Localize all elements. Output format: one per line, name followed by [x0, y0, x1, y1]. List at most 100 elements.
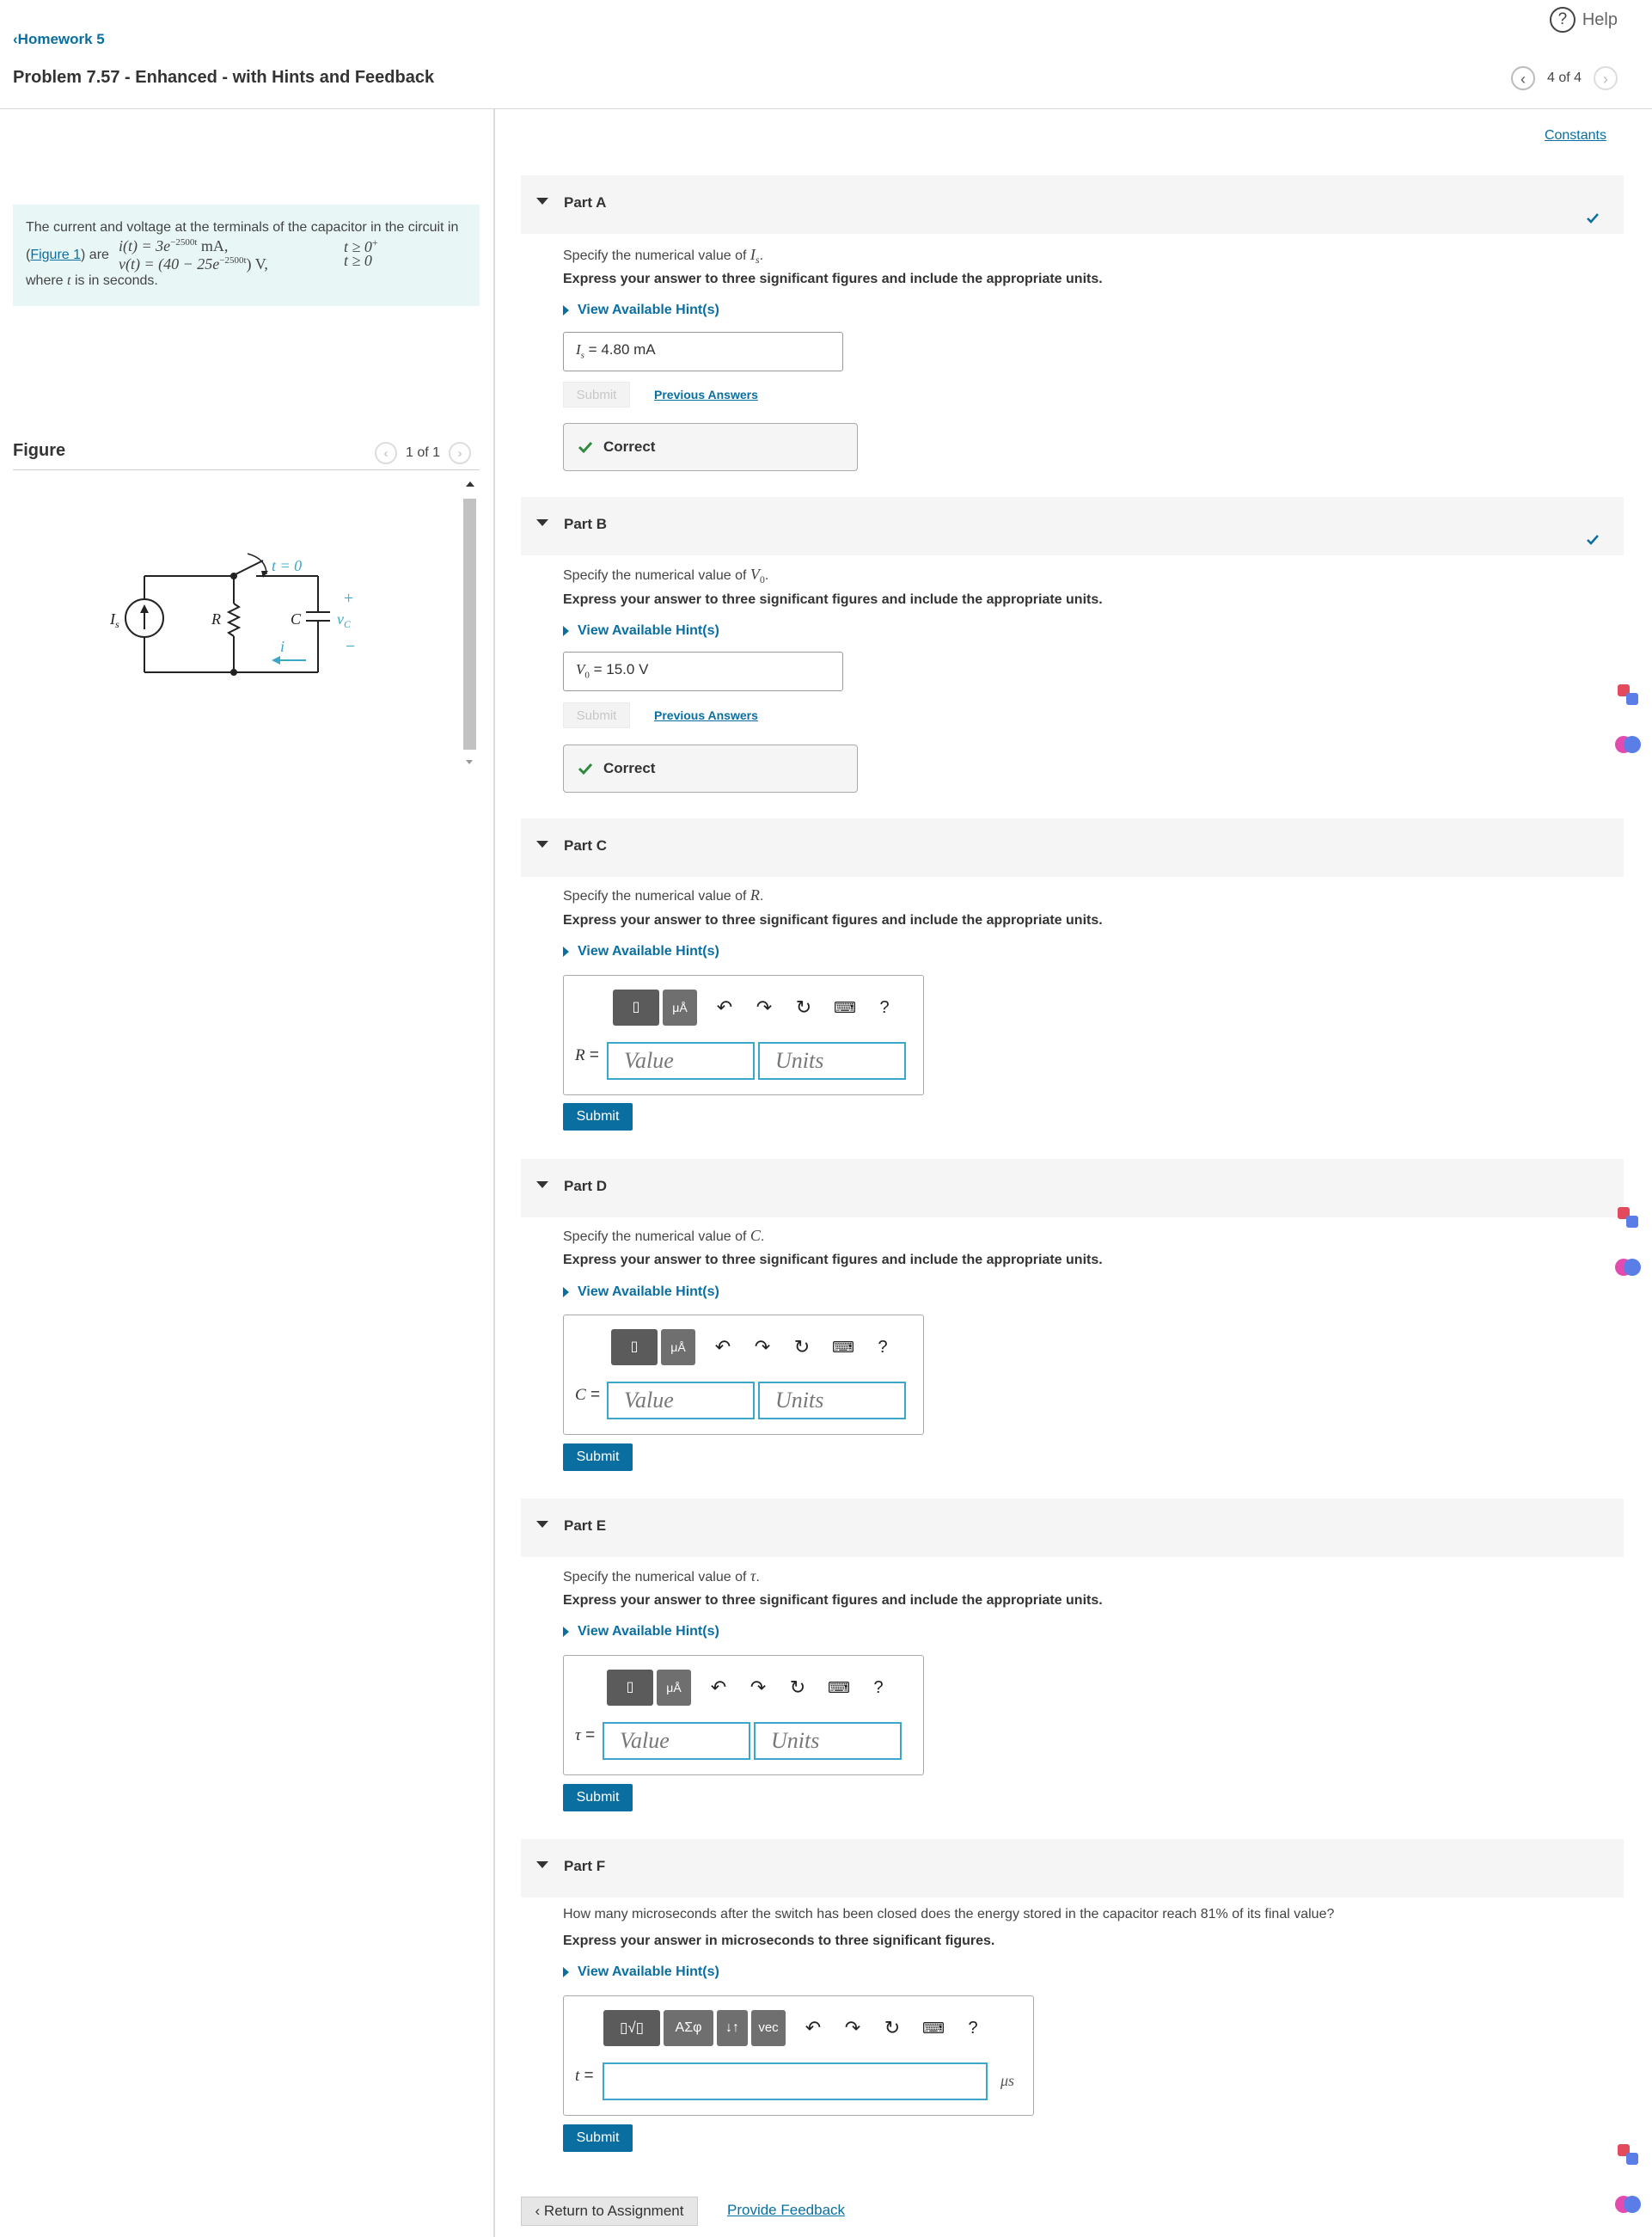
- part-c-submit-button[interactable]: Submit: [563, 1103, 633, 1131]
- units-button[interactable]: μÅ: [657, 1670, 691, 1706]
- help-label: Help: [1582, 9, 1618, 29]
- part-f-question: How many microseconds after the switch h…: [563, 1907, 1335, 1921]
- greek-symbols-icon: ΑΣφ: [675, 2020, 702, 2035]
- circuit-diagram[interactable]: t = 0 Is R C + vC − i: [95, 550, 370, 688]
- part-f-answer-input[interactable]: [603, 2062, 988, 2100]
- part-a-submit-button[interactable]: Submit: [563, 382, 630, 408]
- redo-icon[interactable]: ↷: [751, 991, 777, 1024]
- column-divider: [493, 109, 495, 2237]
- reset-icon[interactable]: ↻: [789, 1331, 815, 1364]
- voltage-condition: t ≥ 0: [344, 252, 372, 269]
- part-e-answer-editor: ▯ μÅ ↶ ↷ ↻ ⌨ ? τ = Value Units: [563, 1655, 924, 1775]
- vector-icon: vec: [758, 2020, 779, 2035]
- undo-icon[interactable]: ↶: [712, 991, 737, 1024]
- part-e-header[interactable]: Part E: [521, 1498, 1624, 1557]
- return-to-assignment-button[interactable]: ‹ Return to Assignment: [521, 2197, 698, 2226]
- part-f-answer-editor: ▯√▯ ΑΣφ ↓↑ vec ↶ ↷ ↻ ⌨ ? t = μs: [563, 1995, 1034, 2116]
- intro-line1: The current and voltage at the terminals…: [26, 220, 459, 235]
- help-button[interactable]: ? Help: [1549, 7, 1618, 33]
- keyboard-icon[interactable]: ⌨: [921, 2012, 946, 2044]
- part-b-submit-button[interactable]: Submit: [563, 702, 630, 728]
- current-label: i: [280, 638, 285, 655]
- templates-button[interactable]: ▯: [613, 990, 659, 1026]
- part-c-hint-link[interactable]: View Available Hint(s): [563, 944, 719, 959]
- part-e-submit-button[interactable]: Submit: [563, 1784, 633, 1811]
- help-icon[interactable]: ?: [870, 1331, 896, 1364]
- undo-icon[interactable]: ↶: [710, 1331, 736, 1364]
- templates-icon: ▯: [626, 1680, 634, 1695]
- translate-extension-icon[interactable]: [1612, 679, 1643, 710]
- completed-check-icon: [1587, 213, 1599, 224]
- part-e-units-input[interactable]: Units: [754, 1722, 902, 1760]
- templates-button[interactable]: ▯√▯: [603, 2010, 660, 2046]
- keyboard-icon[interactable]: ⌨: [830, 1331, 856, 1364]
- constants-link[interactable]: Constants: [1545, 128, 1606, 144]
- part-e-hint-link[interactable]: View Available Hint(s): [563, 1624, 719, 1639]
- part-d-instruction: Express your answer to three significant…: [563, 1253, 1103, 1267]
- next-problem-button[interactable]: ›: [1594, 66, 1618, 90]
- undo-icon[interactable]: ↶: [706, 1671, 731, 1704]
- figure-scroll-thumb[interactable]: [463, 499, 476, 750]
- part-c-header[interactable]: Part C: [521, 818, 1624, 877]
- help-icon[interactable]: ?: [872, 991, 897, 1024]
- next-figure-button[interactable]: ›: [449, 442, 472, 464]
- help-icon[interactable]: ?: [866, 1671, 891, 1704]
- scroll-down-icon[interactable]: [466, 760, 473, 764]
- part-e-question: Specify the numerical value of τ.: [563, 1567, 760, 1584]
- figure-link[interactable]: Figure 1: [30, 248, 81, 262]
- brain-extension-icon[interactable]: [1612, 2189, 1643, 2220]
- part-a-previous-answers-link[interactable]: Previous Answers: [654, 388, 758, 401]
- part-f-instruction: Express your answer in microseconds to t…: [563, 1934, 995, 1948]
- part-d-hint-link[interactable]: View Available Hint(s): [563, 1284, 719, 1300]
- scroll-up-icon[interactable]: [466, 481, 474, 487]
- templates-button[interactable]: ▯: [611, 1329, 658, 1365]
- units-button[interactable]: μÅ: [661, 1329, 695, 1365]
- reset-icon[interactable]: ↻: [791, 991, 817, 1024]
- part-d-submit-button[interactable]: Submit: [563, 1443, 633, 1471]
- templates-button[interactable]: ▯: [607, 1670, 653, 1706]
- arrows-button[interactable]: ↓↑: [717, 2010, 748, 2046]
- translate-extension-icon[interactable]: [1612, 2139, 1643, 2170]
- undo-icon[interactable]: ↶: [800, 2012, 826, 2044]
- redo-icon[interactable]: ↷: [745, 1671, 771, 1704]
- redo-icon[interactable]: ↷: [840, 2012, 866, 2044]
- part-f-header[interactable]: Part F: [521, 1839, 1624, 1897]
- provide-feedback-link[interactable]: Provide Feedback: [727, 2202, 845, 2219]
- brain-extension-icon[interactable]: [1612, 1252, 1643, 1283]
- part-b-previous-answers-link[interactable]: Previous Answers: [654, 708, 758, 722]
- templates-icon: ▯: [630, 1339, 639, 1354]
- units-button[interactable]: μÅ: [663, 990, 697, 1026]
- part-b-header[interactable]: Part B: [521, 497, 1624, 555]
- expand-icon: [563, 1287, 569, 1297]
- part-c-value-input[interactable]: Value: [607, 1042, 755, 1080]
- intro-are: ) are: [81, 248, 109, 262]
- keyboard-icon[interactable]: ⌨: [832, 991, 858, 1024]
- prev-figure-button[interactable]: ‹: [375, 442, 397, 464]
- problem-pager-text: 4 of 4: [1546, 70, 1582, 85]
- part-b-hint-link[interactable]: View Available Hint(s): [563, 623, 719, 639]
- brain-extension-icon[interactable]: [1612, 729, 1643, 760]
- keyboard-icon[interactable]: ⌨: [826, 1671, 852, 1704]
- part-d-value-input[interactable]: Value: [607, 1382, 755, 1419]
- part-d-header[interactable]: Part D: [521, 1159, 1624, 1217]
- part-c-units-input[interactable]: Units: [758, 1042, 906, 1080]
- reset-icon[interactable]: ↻: [879, 2012, 905, 2044]
- translate-extension-icon[interactable]: [1612, 1202, 1643, 1233]
- redo-icon[interactable]: ↷: [750, 1331, 775, 1364]
- figure-pager: ‹ 1 of 1 ›: [375, 442, 472, 464]
- part-a-hint-link[interactable]: View Available Hint(s): [563, 303, 719, 318]
- part-f-hint-link[interactable]: View Available Hint(s): [563, 1964, 719, 1980]
- help-icon[interactable]: ?: [960, 2012, 986, 2044]
- source-label: Is: [109, 610, 119, 630]
- part-e-value-input[interactable]: Value: [603, 1722, 750, 1760]
- part-d-units-input[interactable]: Units: [758, 1382, 906, 1419]
- expand-icon: [563, 1627, 569, 1637]
- reset-icon[interactable]: ↻: [785, 1671, 811, 1704]
- part-a-header[interactable]: Part A: [521, 175, 1624, 234]
- prev-problem-button[interactable]: ‹: [1510, 66, 1535, 90]
- vector-button[interactable]: vec: [751, 2010, 786, 2046]
- greek-symbols-button[interactable]: ΑΣφ: [664, 2010, 713, 2046]
- part-a-instruction: Express your answer to three significant…: [563, 272, 1103, 286]
- part-f-submit-button[interactable]: Submit: [563, 2124, 633, 2152]
- back-to-homework-link[interactable]: ‹Homework 5: [13, 31, 105, 48]
